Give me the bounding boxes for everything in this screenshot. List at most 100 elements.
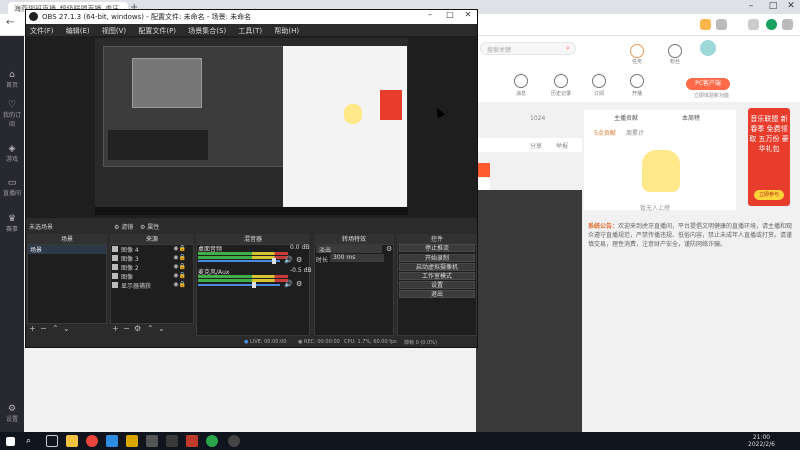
- taskbar-clock[interactable]: 21:00 2022/2/6: [748, 434, 775, 448]
- source-add-button[interactable]: +: [112, 324, 119, 336]
- app-icon[interactable]: [106, 435, 118, 447]
- gear-icon[interactable]: ⚙: [296, 280, 302, 288]
- duration-input[interactable]: 300 ms: [330, 254, 384, 262]
- profile-avatar[interactable]: [782, 19, 793, 30]
- app-icon[interactable]: [166, 435, 178, 447]
- extension-icon[interactable]: [700, 19, 711, 30]
- rank-subtab-contrib[interactable]: 5点贡献: [594, 128, 616, 137]
- obs-title-bar[interactable]: OBS 27.1.3 (64-bit, windows) - 配置文件: 未命名…: [26, 10, 477, 24]
- start-recording-button[interactable]: 开始录制: [399, 254, 475, 262]
- eye-icon[interactable]: ◉🔒: [173, 254, 186, 261]
- source-row[interactable]: 图像 3 ◉🔒: [112, 254, 194, 263]
- promo-button[interactable]: 立即参与: [754, 190, 784, 200]
- source-row[interactable]: 图像 ◉🔒: [112, 272, 194, 281]
- scene-down-icon[interactable]: ⌄: [63, 324, 70, 336]
- source-down-icon[interactable]: ⌄: [158, 324, 165, 336]
- search-icon[interactable]: ⌕: [566, 44, 570, 53]
- task-icon[interactable]: [630, 44, 644, 58]
- menu-edit[interactable]: 编辑(E): [66, 27, 90, 35]
- filters-button[interactable]: ⚙ 滤镜: [114, 222, 133, 231]
- app-icon[interactable]: [126, 435, 138, 447]
- gear-icon[interactable]: ⚙: [296, 256, 302, 264]
- settings-button[interactable]: 设置: [399, 281, 475, 289]
- source-row[interactable]: 显示器捕获 ◉🔒: [112, 281, 194, 290]
- source-up-icon[interactable]: ⌃: [147, 324, 154, 336]
- rank-subtab-week[interactable]: 周累计: [626, 128, 644, 137]
- file-explorer-icon[interactable]: [66, 435, 78, 447]
- fans-icon[interactable]: [668, 44, 682, 58]
- subscribe-icon: ♡: [7, 100, 17, 110]
- windows-start-icon[interactable]: [6, 437, 15, 446]
- obs-maximize-button[interactable]: □: [440, 10, 460, 19]
- puzzle-icon[interactable]: [748, 19, 759, 30]
- volume-slider-knob[interactable]: [272, 258, 276, 264]
- scene-remove-button[interactable]: −: [40, 324, 47, 336]
- scenes-list[interactable]: [27, 244, 107, 324]
- speaker-icon[interactable]: 🔊: [284, 256, 293, 264]
- obs-minimize-button[interactable]: –: [420, 10, 440, 19]
- preview-taskbar: [95, 207, 408, 215]
- pc-client-button[interactable]: PC客户端: [686, 78, 730, 90]
- rank-tab-week[interactable]: 本周榜: [682, 113, 700, 122]
- virtual-camera-button[interactable]: 启动虚拟摄像机: [399, 263, 475, 271]
- history-icon[interactable]: [554, 74, 568, 88]
- cpu-status: CPU: 1.7%, 60.00 fps: [344, 339, 397, 345]
- scene-up-icon[interactable]: ⌃: [52, 324, 59, 336]
- volume-slider-knob[interactable]: [252, 282, 256, 288]
- chrome-icon[interactable]: [86, 435, 98, 447]
- search-icon[interactable]: ⌕: [26, 435, 38, 447]
- menu-scene-collection[interactable]: 场景集合(S): [188, 27, 226, 35]
- eye-icon[interactable]: ◉🔒: [173, 272, 186, 279]
- task-view-icon[interactable]: [46, 435, 58, 447]
- obs-taskbar-icon[interactable]: [228, 435, 240, 447]
- menu-view[interactable]: 视图(V): [102, 27, 126, 35]
- app-icon[interactable]: [186, 435, 198, 447]
- properties-button[interactable]: ⚙ 属性: [140, 222, 159, 231]
- message-icon[interactable]: [514, 74, 528, 88]
- subscribe-nav-icon[interactable]: [592, 74, 606, 88]
- sources-dock-title: 来源: [110, 234, 194, 244]
- source-settings-icon[interactable]: ⚙: [134, 324, 141, 336]
- sidebar-item-trophy[interactable]: ♛ 赛事: [2, 214, 22, 233]
- back-arrow-icon[interactable]: ←: [6, 17, 14, 28]
- eye-icon[interactable]: ◉🔒: [173, 245, 186, 252]
- eye-icon[interactable]: ◉🔒: [173, 263, 186, 270]
- app-icon[interactable]: [206, 435, 218, 447]
- exit-button[interactable]: 退出: [399, 290, 475, 298]
- source-remove-button[interactable]: −: [123, 324, 130, 336]
- browser-minimize-button[interactable]: –: [740, 1, 762, 11]
- volume-slider[interactable]: [198, 260, 280, 262]
- star-icon[interactable]: [716, 19, 727, 30]
- studio-mode-button[interactable]: 工作室模式: [399, 272, 475, 280]
- sidebar-item-tv[interactable]: ▭ 直播间: [2, 178, 22, 197]
- speaker-icon[interactable]: 🔊: [284, 280, 293, 288]
- transition-settings-icon[interactable]: ⚙: [386, 245, 392, 253]
- sidebar-item-subscribe[interactable]: ♡ 我的订阅: [2, 100, 22, 128]
- source-row[interactable]: 图像 4 ◉🔒: [112, 245, 194, 254]
- sidebar-item-game[interactable]: ◈ 游戏: [2, 144, 22, 163]
- volume-slider[interactable]: [198, 284, 280, 286]
- obs-close-button[interactable]: ✕: [458, 10, 478, 19]
- eye-icon[interactable]: ◉🔒: [173, 281, 186, 288]
- menu-profile[interactable]: 配置文件(P): [138, 27, 176, 35]
- popup-close-strip[interactable]: [476, 163, 490, 177]
- report-label[interactable]: 举报: [556, 141, 568, 150]
- menu-help[interactable]: 帮助(H): [274, 27, 299, 35]
- sidebar-item-settings[interactable]: ⚙ 设置: [2, 404, 22, 423]
- browser-close-button[interactable]: ✕: [780, 1, 800, 11]
- extension-app-icon[interactable]: [766, 19, 777, 30]
- user-avatar[interactable]: [700, 40, 716, 56]
- transition-select[interactable]: 淡出: [316, 245, 382, 254]
- share-label[interactable]: 分享: [530, 141, 542, 150]
- scene-add-button[interactable]: +: [29, 324, 36, 336]
- scene-item[interactable]: 场景: [28, 245, 106, 254]
- sidebar-item-home[interactable]: ⌂ 首页: [2, 70, 22, 89]
- rank-tab-contrib[interactable]: 主播贡献: [614, 113, 638, 122]
- app-icon[interactable]: [146, 435, 158, 447]
- menu-tools[interactable]: 工具(T): [238, 27, 262, 35]
- broadcast-icon[interactable]: [630, 74, 644, 88]
- source-row[interactable]: 图像 2 ◉🔒: [112, 263, 194, 272]
- stop-streaming-button[interactable]: 停止推流: [399, 244, 475, 252]
- menu-file[interactable]: 文件(F): [30, 27, 54, 35]
- site-search-input[interactable]: 搜索关键: [480, 42, 576, 55]
